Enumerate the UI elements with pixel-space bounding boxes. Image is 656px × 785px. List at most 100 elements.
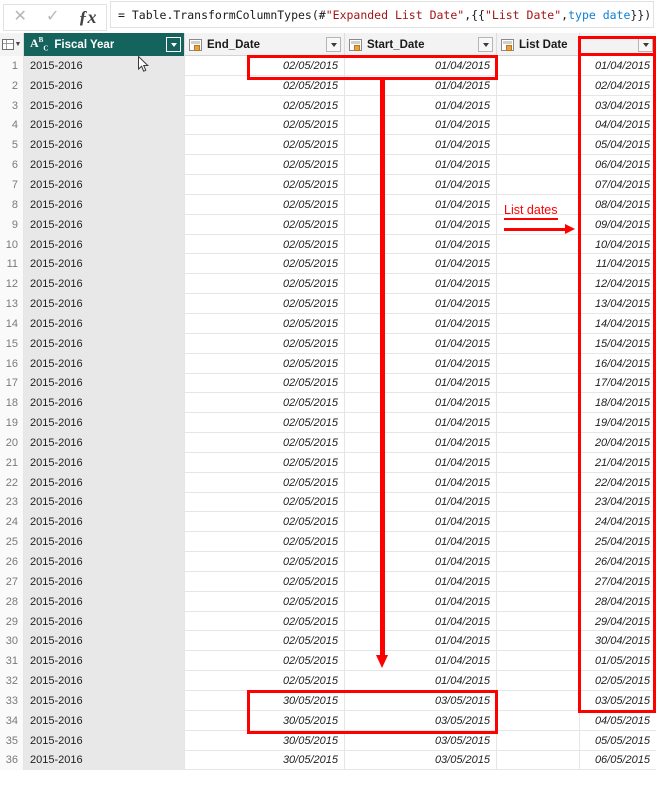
cell-fiscal-year[interactable]: 2015-2016 [24,214,185,235]
row-number[interactable]: 14 [0,313,24,334]
cell-start-date[interactable]: 01/04/2015 [345,135,497,156]
column-header-fiscal-year[interactable]: ABC Fiscal Year [24,33,185,56]
cell-end-date[interactable]: 02/05/2015 [185,393,345,414]
cell-list-date-value[interactable]: 06/04/2015 [580,155,656,175]
cell-list-date-value[interactable]: 05/04/2015 [580,135,656,155]
cell-list-date-value[interactable]: 25/04/2015 [580,532,656,552]
row-number[interactable]: 3 [0,95,24,116]
table-row[interactable]: 24 2015-2016 02/05/2015 01/04/2015 24/04/201… [0,512,656,533]
table-row[interactable]: 28 2015-2016 02/05/2015 01/04/2015 28/04/201… [0,591,656,612]
table-row[interactable]: 13 2015-2016 02/05/2015 01/04/2015 13/04/201… [0,294,656,314]
cell-start-date[interactable]: 01/04/2015 [345,75,497,96]
table-row[interactable]: 35 2015-2016 30/05/2015 03/05/2015 05/05/201… [0,730,656,751]
row-number[interactable]: 12 [0,274,24,295]
cell-list-date[interactable] [497,710,580,731]
cell-list-date[interactable] [497,353,580,374]
cell-fiscal-year[interactable]: 2015-2016 [24,294,185,314]
cell-end-date[interactable]: 02/05/2015 [185,631,345,652]
cell-start-date[interactable]: 01/04/2015 [345,512,497,533]
cell-list-date[interactable] [497,631,580,652]
row-number[interactable]: 26 [0,552,24,572]
column-header-list-date[interactable]: List Date [497,33,580,56]
cell-start-date[interactable]: 01/04/2015 [345,452,497,473]
cell-end-date[interactable]: 02/05/2015 [185,333,345,354]
cell-start-date[interactable]: 01/04/2015 [345,294,497,314]
cell-list-date[interactable] [497,571,580,592]
cell-fiscal-year[interactable]: 2015-2016 [24,274,185,295]
cell-start-date[interactable]: 01/04/2015 [345,472,497,493]
cell-list-date[interactable] [497,671,580,691]
cell-fiscal-year[interactable]: 2015-2016 [24,532,185,553]
cell-end-date[interactable]: 02/05/2015 [185,274,345,295]
cell-start-date[interactable]: 01/04/2015 [345,155,497,176]
cell-list-date[interactable] [497,274,580,295]
table-row[interactable]: 36 2015-2016 30/05/2015 03/05/2015 06/05/201… [0,750,656,771]
table-row[interactable]: 6 2015-2016 02/05/2015 01/04/2015 06/04/2015 [0,155,656,176]
cell-start-date[interactable]: 01/04/2015 [345,333,497,354]
cell-end-date[interactable]: 02/05/2015 [185,175,345,195]
cell-start-date[interactable]: 01/04/2015 [345,671,497,691]
cell-end-date[interactable]: 02/05/2015 [185,571,345,592]
select-all-columns-button[interactable]: ▼ [0,33,24,56]
cell-list-date-value[interactable]: 13/04/2015 [580,294,656,314]
row-number[interactable]: 16 [0,353,24,374]
cell-list-date-value[interactable]: 17/04/2015 [580,374,656,394]
cell-start-date[interactable]: 01/04/2015 [345,571,497,592]
cell-list-date[interactable] [497,472,580,493]
cell-list-date[interactable] [497,691,580,711]
row-number[interactable]: 32 [0,671,24,691]
cell-list-date-value[interactable]: 30/04/2015 [580,631,656,651]
cell-list-date[interactable] [497,611,580,632]
table-row[interactable]: 11 2015-2016 02/05/2015 01/04/2015 11/04/201… [0,254,656,275]
cell-end-date[interactable]: 02/05/2015 [185,294,345,314]
table-row[interactable]: 8 2015-2016 02/05/2015 01/04/2015 08/04/2015 [0,194,656,215]
column-filter-button-end-date[interactable] [326,37,341,52]
cell-end-date[interactable]: 02/05/2015 [185,472,345,493]
cell-start-date[interactable]: 01/04/2015 [345,393,497,414]
cell-start-date[interactable]: 01/04/2015 [345,552,497,572]
row-number[interactable]: 5 [0,135,24,156]
cell-list-date[interactable] [497,115,580,136]
cell-fiscal-year[interactable]: 2015-2016 [24,631,185,652]
cell-start-date[interactable]: 01/04/2015 [345,373,497,394]
cell-end-date[interactable]: 02/05/2015 [185,115,345,136]
cell-end-date[interactable]: 02/05/2015 [185,611,345,632]
cell-end-date[interactable]: 02/05/2015 [185,135,345,156]
row-number[interactable]: 31 [0,651,24,672]
cell-fiscal-year[interactable]: 2015-2016 [24,651,185,672]
cell-list-date[interactable] [497,56,580,76]
cell-list-date-value[interactable]: 18/04/2015 [580,393,656,413]
row-number[interactable]: 2 [0,75,24,96]
close-icon[interactable]: ✕ [14,9,27,25]
table-row[interactable]: 23 2015-2016 02/05/2015 01/04/2015 23/04/201… [0,492,656,513]
cell-list-date[interactable] [497,155,580,176]
cell-fiscal-year[interactable]: 2015-2016 [24,234,185,255]
table-row[interactable]: 3 2015-2016 02/05/2015 01/04/2015 03/04/2015 [0,95,656,116]
column-header-list-date-values[interactable] [580,33,656,56]
row-number[interactable]: 20 [0,433,24,453]
cell-end-date[interactable]: 02/05/2015 [185,353,345,374]
cell-list-date-value[interactable]: 22/04/2015 [580,473,656,493]
table-row[interactable]: 32 2015-2016 02/05/2015 01/04/2015 02/05/201… [0,671,656,691]
cell-end-date[interactable]: 02/05/2015 [185,95,345,116]
table-row[interactable]: 16 2015-2016 02/05/2015 01/04/2015 16/04/201… [0,353,656,374]
row-number[interactable]: 27 [0,571,24,592]
cell-list-date[interactable] [497,135,580,156]
fx-icon[interactable]: ƒx [78,8,96,26]
cell-end-date[interactable]: 02/05/2015 [185,155,345,176]
cell-list-date[interactable] [497,452,580,473]
table-row[interactable]: 33 2015-2016 30/05/2015 03/05/2015 03/05/201… [0,691,656,711]
cell-start-date[interactable]: 01/04/2015 [345,254,497,275]
table-row[interactable]: 25 2015-2016 02/05/2015 01/04/2015 25/04/201… [0,532,656,553]
cell-end-date[interactable]: 02/05/2015 [185,194,345,215]
row-number[interactable]: 18 [0,393,24,414]
cell-fiscal-year[interactable]: 2015-2016 [24,671,185,691]
cell-list-date-value[interactable]: 08/04/2015 [580,195,656,215]
row-number[interactable]: 30 [0,631,24,652]
cell-fiscal-year[interactable]: 2015-2016 [24,492,185,513]
cell-fiscal-year[interactable]: 2015-2016 [24,333,185,354]
cell-list-date[interactable] [497,95,580,116]
row-number[interactable]: 21 [0,452,24,473]
row-number[interactable]: 33 [0,691,24,711]
cell-list-date[interactable] [497,512,580,533]
